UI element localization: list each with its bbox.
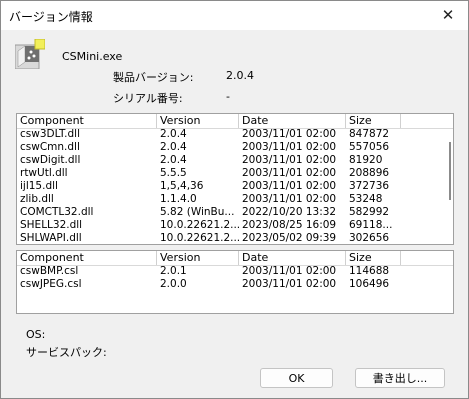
- size-cell: 582992: [349, 206, 390, 218]
- table-row[interactable]: cswCmn.dll 2.0.4 2003/11/01 02:00 557056: [17, 141, 453, 154]
- size-cell: 81920: [349, 154, 383, 166]
- component-cell: zlib.dll: [20, 193, 54, 205]
- component-cell: rtwUtl.dll: [20, 167, 68, 179]
- column-header-size[interactable]: Size: [346, 114, 401, 128]
- close-icon[interactable]: ✕: [438, 5, 458, 25]
- serial-value: -: [226, 90, 230, 103]
- component-cell: cswBMP.csl: [20, 265, 79, 277]
- version-cell: 1,5,4,36: [160, 180, 204, 192]
- version-cell: 2.0.4: [160, 154, 187, 166]
- version-cell: 2.0.0: [160, 278, 187, 290]
- size-cell: 106496: [349, 278, 390, 290]
- date-cell: 2003/11/01 02:00: [242, 265, 337, 277]
- version-cell: 2.0.1: [160, 265, 187, 277]
- component-cell: csw3DLT.dll: [20, 128, 81, 140]
- product-version-value: 2.0.4: [226, 69, 254, 82]
- date-cell: 2003/11/01 02:00: [242, 141, 337, 153]
- size-cell: 69118...: [349, 219, 393, 231]
- size-cell: 372736: [349, 180, 390, 192]
- component-cell: cswCmn.dll: [20, 141, 80, 153]
- size-cell: 302656: [349, 232, 390, 244]
- window-title: バージョン情報: [9, 10, 93, 24]
- date-cell: 2003/11/01 02:00: [242, 193, 337, 205]
- version-cell: 5.82 (WinBu...: [160, 206, 235, 218]
- app-icon: [15, 39, 45, 69]
- table-row[interactable]: cswDigit.dll 2.0.4 2003/11/01 02:00 81920: [17, 154, 453, 167]
- date-cell: 2003/11/01 02:00: [242, 128, 337, 140]
- version-cell: 1.1.4.0: [160, 193, 197, 205]
- table-row[interactable]: rtwUtl.dll 5.5.5 2003/11/01 02:00 208896: [17, 167, 453, 180]
- plugin-list[interactable]: Component Version Date Size cswBMP.csl 2.…: [16, 250, 454, 314]
- component-cell: SHLWAPI.dll: [20, 232, 82, 244]
- size-cell: 53248: [349, 193, 383, 205]
- component-cell: ijl15.dll: [20, 180, 58, 192]
- date-cell: 2003/11/01 02:00: [242, 167, 337, 179]
- plugin-list-header: Component Version Date Size: [17, 251, 453, 266]
- component-list-header: Component Version Date Size: [17, 114, 453, 129]
- size-cell: 557056: [349, 141, 390, 153]
- product-version-label: 製品バージョン:: [113, 71, 194, 84]
- date-cell: 2003/11/01 02:00: [242, 180, 337, 192]
- column-header-version[interactable]: Version: [157, 251, 239, 265]
- version-cell: 10.0.22621.2...: [160, 232, 239, 244]
- table-row[interactable]: cswBMP.csl 2.0.1 2003/11/01 02:00 114688: [17, 265, 453, 278]
- size-cell: 208896: [349, 167, 390, 179]
- date-cell: 2003/11/01 02:00: [242, 154, 337, 166]
- version-cell: 5.5.5: [160, 167, 187, 179]
- date-cell: 2022/10/20 13:32: [242, 206, 337, 218]
- column-header-component[interactable]: Component: [17, 114, 157, 128]
- export-button[interactable]: 書き出し...: [355, 368, 445, 388]
- table-row[interactable]: csw3DLT.dll 2.0.4 2003/11/01 02:00 847872: [17, 128, 453, 141]
- component-cell: cswJPEG.csl: [20, 278, 82, 290]
- scrollbar-thumb[interactable]: [449, 142, 451, 200]
- os-label: OS:: [26, 328, 46, 341]
- title-bar: バージョン情報 ✕: [1, 1, 468, 30]
- column-header-component[interactable]: Component: [17, 251, 157, 265]
- date-cell: 2003/11/01 02:00: [242, 278, 337, 290]
- version-cell: 2.0.4: [160, 141, 187, 153]
- column-header-version[interactable]: Version: [157, 114, 239, 128]
- serial-label: シリアル番号:: [113, 92, 183, 105]
- table-row[interactable]: cswJPEG.csl 2.0.0 2003/11/01 02:00 106496: [17, 278, 453, 291]
- about-dialog: バージョン情報 ✕ CSMini.exe 製品バージョン: 2.0.4 シリアル…: [0, 0, 469, 399]
- size-cell: 847872: [349, 128, 390, 140]
- vertical-scrollbar[interactable]: [445, 129, 453, 243]
- service-pack-label: サービスパック:: [26, 346, 107, 359]
- table-row[interactable]: SHLWAPI.dll 10.0.22621.2... 2023/05/02 09:…: [17, 232, 453, 244]
- component-cell: COMCTL32.dll: [20, 206, 94, 218]
- table-row[interactable]: ijl15.dll 1,5,4,36 2003/11/01 02:00 372736: [17, 180, 453, 193]
- version-cell: 2.0.4: [160, 128, 187, 140]
- size-cell: 114688: [349, 265, 390, 277]
- exe-name: CSMini.exe: [62, 50, 123, 63]
- table-row[interactable]: COMCTL32.dll 5.82 (WinBu... 2022/10/20 13:…: [17, 206, 453, 219]
- component-list[interactable]: Component Version Date Size csw3DLT.dll 2…: [16, 113, 454, 245]
- table-row[interactable]: zlib.dll 1.1.4.0 2003/11/01 02:00 53248: [17, 193, 453, 206]
- table-row[interactable]: SHELL32.dll 10.0.22621.2... 2023/08/25 16:…: [17, 219, 453, 232]
- column-header-size[interactable]: Size: [346, 251, 401, 265]
- version-cell: 10.0.22621.2...: [160, 219, 239, 231]
- ok-button[interactable]: OK: [260, 368, 333, 388]
- date-cell: 2023/05/02 09:39: [242, 232, 337, 244]
- component-cell: SHELL32.dll: [20, 219, 83, 231]
- column-header-date[interactable]: Date: [239, 251, 346, 265]
- date-cell: 2023/08/25 16:09: [242, 219, 337, 231]
- column-header-date[interactable]: Date: [239, 114, 346, 128]
- component-cell: cswDigit.dll: [20, 154, 81, 166]
